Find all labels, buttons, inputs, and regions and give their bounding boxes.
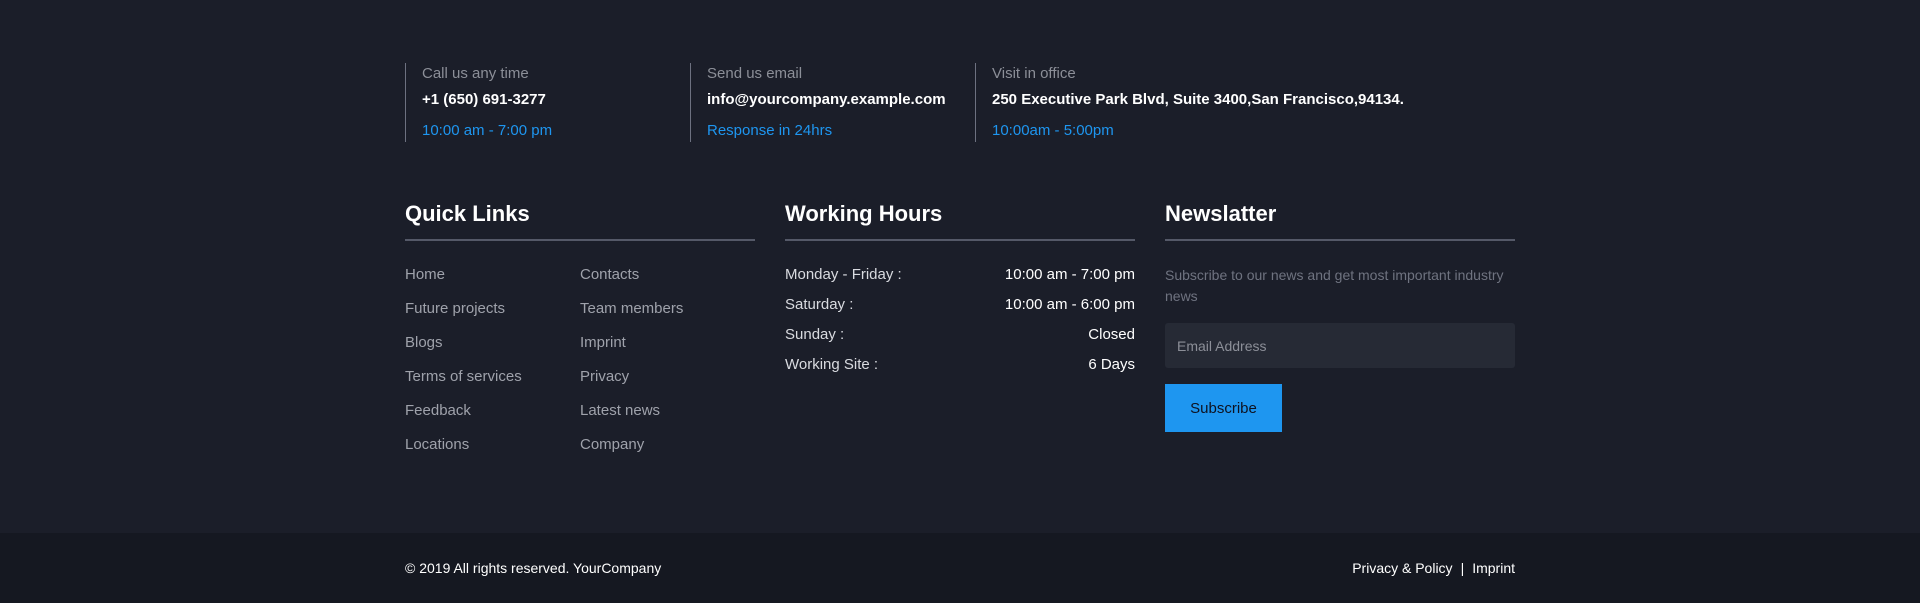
quick-links-column: Quick Links Home Contacts Future project… bbox=[405, 198, 755, 470]
newsletter-column: Newslatter Subscribe to our news and get… bbox=[1165, 198, 1515, 470]
link-imprint[interactable]: Imprint bbox=[580, 334, 755, 368]
link-terms-of-services[interactable]: Terms of services bbox=[405, 368, 580, 402]
link-contacts[interactable]: Contacts bbox=[580, 266, 755, 300]
email-response-time: Response in 24hrs bbox=[707, 122, 833, 139]
hours-row: Sunday : Closed bbox=[785, 326, 1135, 356]
privacy-policy-link[interactable]: Privacy & Policy bbox=[1352, 560, 1452, 576]
phone-hours: 10:00 am - 7:00 pm bbox=[422, 122, 553, 139]
email-address[interactable]: info@yourcompany.example.com bbox=[707, 91, 975, 109]
quick-links-list: Home Contacts Future projects Team membe… bbox=[405, 266, 755, 470]
hours-day: Sunday : bbox=[785, 326, 845, 343]
subscribe-button[interactable]: Subscribe bbox=[1165, 384, 1282, 432]
link-separator: | bbox=[1460, 560, 1465, 576]
link-future-projects[interactable]: Future projects bbox=[405, 300, 580, 334]
contact-email-title: Send us email bbox=[707, 65, 803, 82]
link-blogs[interactable]: Blogs bbox=[405, 334, 580, 368]
footer-main: Call us any time +1 (650) 691-3277 10:00… bbox=[0, 0, 1920, 533]
newsletter-description: Subscribe to our news and get most impor… bbox=[1165, 267, 1504, 304]
link-locations[interactable]: Locations bbox=[405, 436, 580, 470]
hours-time: Closed bbox=[1088, 326, 1135, 343]
bottom-bar: © 2019 All rights reserved. YourCompany … bbox=[0, 533, 1920, 603]
contact-office-title: Visit in office bbox=[992, 65, 1076, 82]
contact-row: Call us any time +1 (650) 691-3277 10:00… bbox=[405, 63, 1515, 142]
quick-links-title: Quick Links bbox=[405, 198, 755, 241]
link-home[interactable]: Home bbox=[405, 266, 580, 300]
copyright-text: © 2019 All rights reserved. YourCompany bbox=[405, 560, 662, 576]
hours-row: Saturday : 10:00 am - 6:00 pm bbox=[785, 296, 1135, 326]
bottom-links: Privacy & Policy | Imprint bbox=[1352, 559, 1515, 577]
contact-office: Visit in office 250 Executive Park Blvd,… bbox=[975, 63, 1515, 142]
link-privacy[interactable]: Privacy bbox=[580, 368, 755, 402]
hours-day: Monday - Friday : bbox=[785, 266, 902, 283]
office-hours: 10:00am - 5:00pm bbox=[992, 122, 1114, 139]
hours-row: Monday - Friday : 10:00 am - 7:00 pm bbox=[785, 266, 1135, 296]
hours-day: Saturday : bbox=[785, 296, 854, 313]
hours-row: Working Site : 6 Days bbox=[785, 356, 1135, 386]
working-hours-column: Working Hours Monday - Friday : 10:00 am… bbox=[785, 198, 1135, 470]
newsletter-email-input[interactable] bbox=[1165, 323, 1515, 368]
newsletter-title: Newslatter bbox=[1165, 198, 1515, 241]
contact-phone-title: Call us any time bbox=[422, 65, 529, 82]
footer-columns: Quick Links Home Contacts Future project… bbox=[405, 198, 1515, 470]
link-company[interactable]: Company bbox=[580, 436, 755, 470]
office-address: 250 Executive Park Blvd, Suite 3400,San … bbox=[992, 91, 1404, 108]
contact-email: Send us email info@yourcompany.example.c… bbox=[690, 63, 975, 142]
bottom-bar-inner: © 2019 All rights reserved. YourCompany … bbox=[405, 559, 1515, 577]
contact-phone: Call us any time +1 (650) 691-3277 10:00… bbox=[405, 63, 690, 142]
hours-time: 10:00 am - 7:00 pm bbox=[1004, 266, 1135, 283]
link-team-members[interactable]: Team members bbox=[580, 300, 755, 334]
link-feedback[interactable]: Feedback bbox=[405, 402, 580, 436]
phone-number[interactable]: +1 (650) 691-3277 bbox=[422, 91, 690, 109]
hours-time: 10:00 am - 6:00 pm bbox=[1004, 296, 1135, 313]
hours-day: Working Site : bbox=[785, 356, 879, 373]
imprint-link[interactable]: Imprint bbox=[1472, 560, 1515, 576]
hours-time: 6 Days bbox=[1088, 356, 1135, 373]
link-latest-news[interactable]: Latest news bbox=[580, 402, 755, 436]
working-hours-title: Working Hours bbox=[785, 198, 1135, 241]
working-hours-list: Monday - Friday : 10:00 am - 7:00 pm Sat… bbox=[785, 266, 1135, 386]
